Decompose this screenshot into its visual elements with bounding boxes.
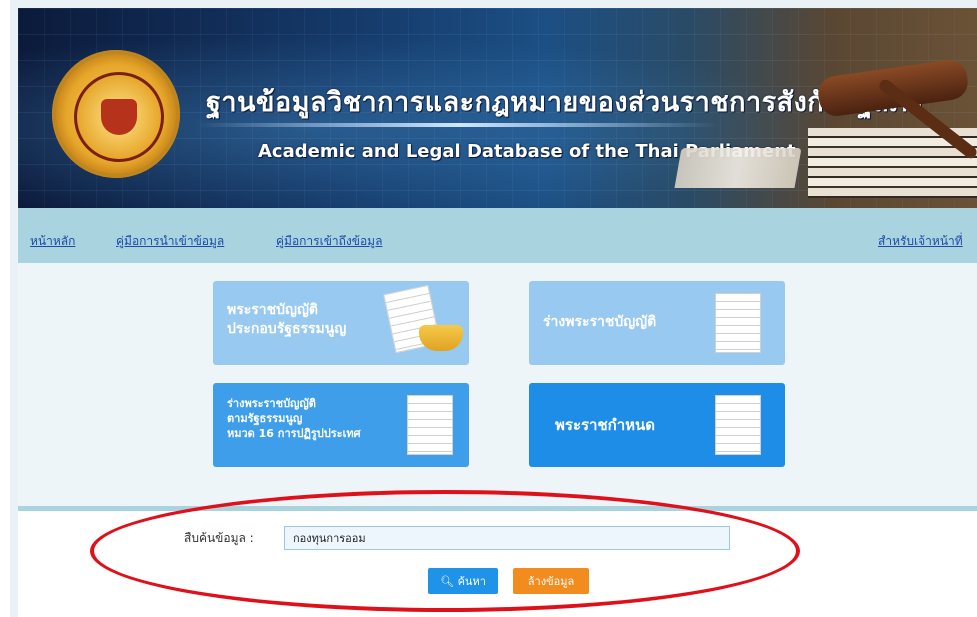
tile-label-line2: ประกอบรัฐธรรมนูญ [227, 320, 347, 337]
document-icon [407, 395, 453, 455]
tile-royal-decrees[interactable]: พระราชกำหนด [529, 383, 785, 467]
top-navigation: หน้าหลัก คู่มือการนำเข้าข้อมูล คู่มือการ… [18, 208, 977, 263]
open-book-image [674, 148, 802, 188]
nav-import-guide-link[interactable]: คู่มือการนำเข้าข้อมูล [116, 232, 224, 251]
clear-button[interactable]: ล้างข้อมูล [513, 568, 589, 594]
search-button-label: ค้นหา [457, 575, 486, 588]
parliament-seal-logo [52, 50, 180, 178]
search-panel: สืบค้นข้อมูล : 🔍︎ ค้นหา ล้างข้อมูล [18, 511, 977, 617]
tile-draft-acts-reform[interactable]: ร่างพระราชบัญญัติ ตามรัฐธรรมนูญ หมวด 16 … [213, 383, 469, 467]
tile-label-line2: ตามรัฐธรรมนูญ [227, 411, 303, 425]
search-label: สืบค้นข้อมูล : [184, 531, 254, 545]
page: ฐานข้อมูลวิชาการและกฎหมายของส่วนราชการสั… [10, 0, 977, 617]
nav-staff-link[interactable]: สำหรับเจ้าหน้าที่ [878, 232, 963, 251]
site-title-thai: ฐานข้อมูลวิชาการและกฎหมายของส่วนราชการสั… [206, 87, 924, 118]
nav-access-guide-link[interactable]: คู่มือการเข้าถึงข้อมูล [276, 232, 382, 251]
tile-organic-acts[interactable]: พระราชบัญญัติ ประกอบรัฐธรรมนูญ [213, 281, 469, 365]
tile-label-line3: หมวด 16 การปฏิรูปประเทศ [227, 426, 361, 440]
banner-glow-decoration [198, 123, 718, 127]
tile-label-line1: ร่างพระราชบัญญัติ [227, 397, 316, 410]
category-tiles: พระราชบัญญัติ ประกอบรัฐธรรมนูญ ร่างพระรา… [18, 263, 977, 506]
document-icon [715, 395, 761, 455]
nav-home-link[interactable]: หน้าหลัก [30, 232, 75, 251]
search-button[interactable]: 🔍︎ ค้นหา [428, 568, 498, 594]
search-icon: 🔍︎ [440, 575, 455, 588]
document-icon [715, 293, 761, 353]
tile-label-line1: พระราชกำหนด [555, 416, 656, 434]
golden-bowl-icon [419, 325, 463, 351]
tile-label-line1: ร่างพระราชบัญญัติ [543, 314, 657, 330]
tile-draft-acts[interactable]: ร่างพระราชบัญญัติ [529, 281, 785, 365]
search-input[interactable] [284, 526, 730, 550]
header-banner: ฐานข้อมูลวิชาการและกฎหมายของส่วนราชการสั… [18, 8, 977, 208]
tile-label-line1: พระราชบัญญัติ [227, 302, 318, 318]
